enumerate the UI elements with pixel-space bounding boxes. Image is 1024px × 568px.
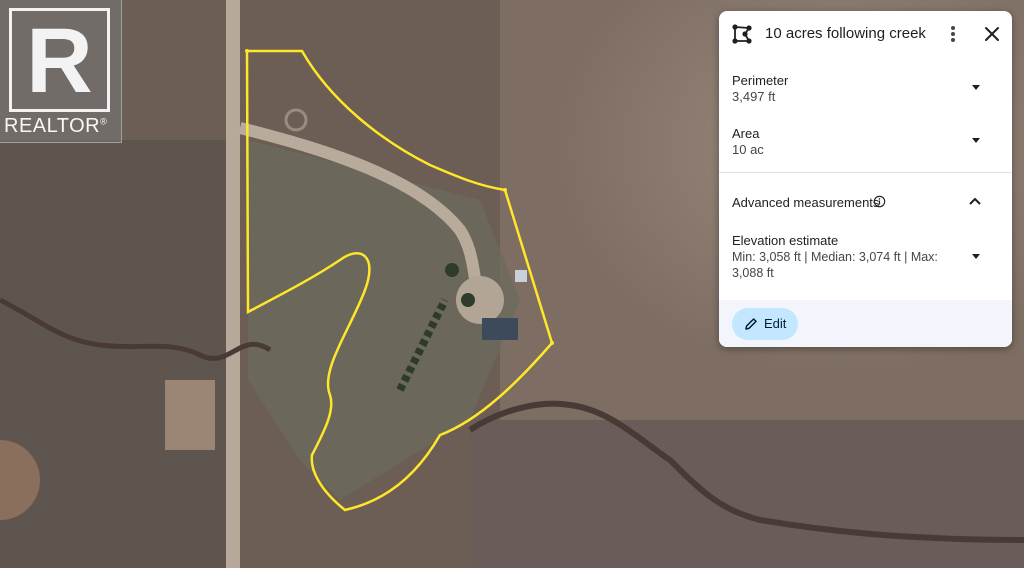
boundary-vertex[interactable] [550, 341, 554, 345]
house-roof [482, 318, 518, 340]
panel-footer: Edit [719, 300, 1012, 347]
realtor-brand: REALTOR [4, 115, 101, 137]
caret-down-icon [972, 85, 980, 90]
realtor-logo-box: R [9, 8, 110, 112]
close-icon[interactable] [982, 24, 1002, 44]
field-south-east [470, 420, 1024, 568]
polygon-area-icon [732, 24, 752, 44]
bare-patch [165, 380, 215, 450]
panel-header: 10 acres following creek [719, 11, 1012, 57]
boundary-vertex[interactable] [245, 49, 249, 53]
info-icon[interactable] [873, 195, 886, 208]
perimeter-label: Perimeter [732, 73, 789, 88]
realtor-wordmark: REALTOR® [4, 115, 107, 138]
tree [445, 263, 459, 277]
realtor-watermark: R REALTOR® [0, 0, 122, 143]
measurement-panel: 10 acres following creek Perimeter 3,497… [719, 11, 1012, 347]
pencil-icon [745, 318, 757, 330]
county-road [226, 0, 240, 568]
advanced-measurements-label[interactable]: Advanced measurements [732, 195, 879, 210]
outbuilding [515, 270, 527, 282]
edit-button[interactable]: Edit [732, 308, 798, 340]
edit-label: Edit [764, 316, 787, 331]
panel-title: 10 acres following creek [765, 25, 926, 42]
chevron-up-icon[interactable] [968, 195, 982, 207]
caret-down-icon [972, 254, 980, 259]
boundary-vertex[interactable] [503, 188, 507, 192]
divider [719, 172, 1012, 173]
area-row[interactable]: Area 10 ac [719, 120, 1012, 168]
area-label: Area [732, 126, 760, 141]
area-value: 10 ac [732, 142, 764, 157]
more-vert-icon[interactable] [943, 23, 963, 45]
tree [461, 293, 475, 307]
realtor-registered-mark: ® [100, 116, 108, 127]
perimeter-row[interactable]: Perimeter 3,497 ft [719, 67, 1012, 115]
caret-down-icon [972, 138, 980, 143]
perimeter-value: 3,497 ft [732, 89, 776, 104]
elevation-label: Elevation estimate [732, 233, 839, 248]
realtor-logo-letter: R [26, 10, 93, 112]
elevation-value: Min: 3,058 ft | Median: 3,074 ft | Max: … [732, 250, 938, 280]
